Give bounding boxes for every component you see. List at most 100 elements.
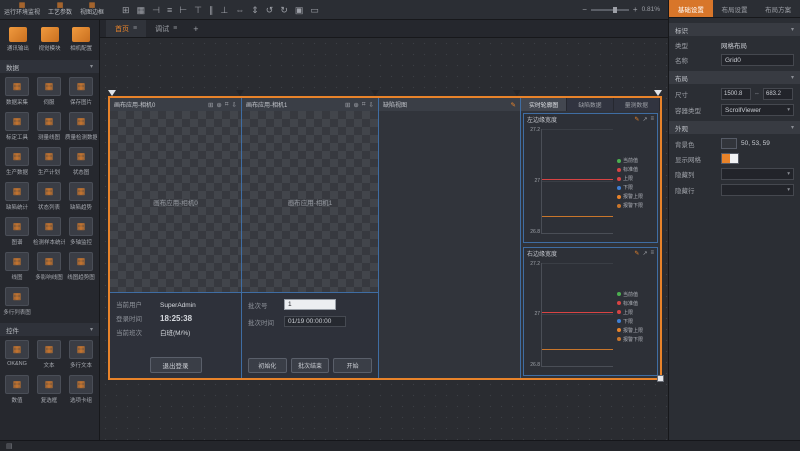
grid-icon[interactable]: ⊞ (122, 5, 130, 15)
toolbox-item[interactable]: ▦ 图谱 (1, 217, 33, 246)
toolbox-item[interactable]: ▦ 多行文本 (65, 340, 97, 369)
redo-icon[interactable]: ↻ (280, 5, 288, 15)
width-input[interactable]: 1500.8 (721, 88, 751, 100)
hidden-rows-select[interactable]: ▾ (721, 184, 794, 196)
toolbox-item[interactable]: 视觉模块 (34, 27, 66, 52)
section-appearance[interactable]: 外观 ▾ (669, 121, 800, 134)
same-height-icon[interactable]: ⇕ (251, 5, 259, 15)
column-divider-marker[interactable] (513, 90, 521, 96)
ribbon-button[interactable]: ▦ 运行环境监视 (0, 2, 44, 17)
selected-grid-container[interactable]: 画布应用-相机0 ⊞ ⊕ ⌗ ⇩ 画布应用-相机0 当前用户 (108, 96, 662, 380)
properties-tab[interactable]: 布局设置 (713, 0, 757, 17)
batch-no-input[interactable]: 1 (284, 299, 336, 310)
zoom-slider[interactable] (591, 9, 629, 11)
camera1-image-area[interactable]: 画布应用-相机1 (242, 111, 378, 292)
chart-menu-icon[interactable]: ≡ (650, 250, 654, 257)
same-width-icon[interactable]: ⇔ (235, 5, 244, 15)
link-size-icon[interactable]: ⇔ (754, 91, 760, 97)
column-divider-marker[interactable] (236, 90, 244, 96)
toolbox-item[interactable]: ▦ 多轴监控 (65, 217, 97, 246)
toolbox-item[interactable]: ▦ 线图 (1, 252, 33, 281)
ruler-icon[interactable]: ⌗ (225, 101, 229, 109)
measurement-panel[interactable]: 实时轮廓图 缺陷数据 量测数据 左边缘宽度 ✎ (521, 98, 660, 378)
zoom-slider-thumb[interactable] (613, 7, 617, 13)
sidebar-section-data[interactable]: 数据 ▾ (0, 60, 99, 73)
batch-action-button[interactable]: 开始 (333, 358, 372, 373)
canvas-tab[interactable]: 首页 ≡ (106, 20, 146, 37)
toolbox-item[interactable]: ▦ 状态图 (65, 147, 97, 176)
sidebar-section-controls[interactable]: 控件 ▾ (0, 323, 99, 336)
toolbox-item[interactable]: ▦ 数值 (1, 375, 33, 404)
container-type-select[interactable]: ScrollViewer ▾ (721, 104, 794, 116)
toolbox-item[interactable]: ▦ 质量检测数据 (65, 112, 97, 141)
batch-action-button[interactable]: 批次结束 (291, 358, 330, 373)
zoom-in-icon[interactable]: + (633, 5, 638, 14)
properties-tab[interactable]: 布局方案 (756, 0, 800, 17)
align-top-icon[interactable]: ⊤ (194, 5, 202, 15)
align-bottom-icon[interactable]: ⊥ (220, 5, 228, 15)
defect-view-panel[interactable]: 缺陷视图 ✎ (379, 98, 521, 378)
grid-color-swatch[interactable] (721, 153, 739, 164)
distribute-h-icon[interactable]: ∥ (209, 5, 214, 15)
batch-action-button[interactable]: 初始化 (248, 358, 287, 373)
detail-tab[interactable]: 缺陷数据 (567, 98, 613, 111)
toolbox-item[interactable]: ▦ 多行列表图 (1, 287, 33, 316)
zoom-out-icon[interactable]: − (582, 5, 587, 14)
add-tab-button[interactable]: + (186, 24, 205, 34)
ribbon-button[interactable]: ▦ 视图边框 (76, 2, 108, 17)
edit-icon[interactable]: ✎ (634, 116, 639, 123)
column-divider-marker[interactable] (371, 90, 379, 96)
toolbox-item[interactable]: ▦ 标定工具 (1, 112, 33, 141)
comment-icon[interactable]: ▭ (310, 5, 319, 15)
chart-right-edge-width[interactable]: 右边缘宽度 ✎ ↗ ≡ 27.2 27 (523, 247, 658, 377)
name-input[interactable]: Grid0 (721, 54, 794, 66)
toolbox-item[interactable]: ▦ 保存图片 (65, 77, 97, 106)
fit-icon[interactable]: ⊞ (208, 101, 213, 109)
selection-marker[interactable] (108, 90, 116, 96)
ruler-icon[interactable]: ⌗ (362, 101, 366, 109)
background-color-swatch[interactable] (721, 138, 737, 149)
toolbox-item[interactable]: 相机配置 (65, 27, 97, 52)
toolbox-item[interactable]: 通讯输出 (2, 27, 34, 52)
camera0-image-area[interactable]: 画布应用-相机0 (110, 111, 241, 292)
chart-left-edge-width[interactable]: 左边缘宽度 ✎ ↗ ≡ 27.2 27 (523, 113, 658, 243)
undo-icon[interactable]: ↺ (266, 5, 274, 15)
toolbox-item[interactable]: ▦ 伺服 (33, 77, 65, 106)
tab-menu-icon[interactable]: ≡ (173, 25, 177, 32)
edit-icon[interactable]: ✎ (634, 250, 639, 257)
toolbox-item[interactable]: ▦ 文本 (33, 340, 65, 369)
canvas-tab[interactable]: 调试 ≡ (146, 20, 186, 37)
properties-tab[interactable]: 基础设置 (669, 0, 713, 17)
toolbox-item[interactable]: ▦ 生产计划 (33, 147, 65, 176)
toolbox-item[interactable]: ▦ 缺陷趋势 (65, 182, 97, 211)
align-left-icon[interactable]: ⊣ (152, 5, 160, 15)
hidden-columns-select[interactable]: ▾ (721, 168, 794, 180)
toolbox-item[interactable]: ▦ 数据采集 (1, 77, 33, 106)
canvas-surface[interactable]: 画布应用-相机0 ⊞ ⊕ ⌗ ⇩ 画布应用-相机0 当前用户 (100, 38, 668, 440)
toolbox-item[interactable]: ▦ OK&NG (1, 340, 33, 369)
save-image-icon[interactable]: ⇩ (232, 101, 237, 109)
fit-icon[interactable]: ⊞ (345, 101, 350, 109)
tab-menu-icon[interactable]: ≡ (133, 25, 137, 32)
save-image-icon[interactable]: ⇩ (369, 101, 374, 109)
edit-icon[interactable]: ✎ (511, 101, 516, 109)
zoom-in-icon[interactable]: ⊕ (353, 101, 358, 109)
height-input[interactable]: 683.2 (763, 88, 793, 100)
lock-icon[interactable]: ▣ (295, 5, 304, 15)
selection-marker[interactable] (654, 90, 662, 96)
align-center-icon[interactable]: ≡ (167, 5, 172, 15)
camera1-panel[interactable]: 画布应用-相机1 ⊞ ⊕ ⌗ ⇩ 画布应用-相机1 批次号 (242, 98, 379, 378)
toolbox-item[interactable]: ▦ 检测样本统计 (33, 217, 65, 246)
align-right-icon[interactable]: ⊢ (179, 5, 187, 15)
defect-view-area[interactable] (379, 111, 520, 378)
resize-handle[interactable] (657, 375, 664, 382)
table-icon[interactable]: ▦ (137, 5, 146, 15)
section-layout[interactable]: 布局 ▾ (669, 71, 800, 84)
toolbox-item[interactable]: ▦ 状态列表 (33, 182, 65, 211)
camera0-panel[interactable]: 画布应用-相机0 ⊞ ⊕ ⌗ ⇩ 画布应用-相机0 当前用户 (110, 98, 242, 378)
ribbon-button[interactable]: ▦ 工艺参数 (44, 2, 76, 17)
toolbox-item[interactable]: ▦ 测量线图 (33, 112, 65, 141)
detail-tab[interactable]: 实时轮廓图 (521, 98, 567, 111)
toolbox-item[interactable]: ▦ 生产数据 (1, 147, 33, 176)
logout-button[interactable]: 退出登录 (150, 357, 202, 373)
